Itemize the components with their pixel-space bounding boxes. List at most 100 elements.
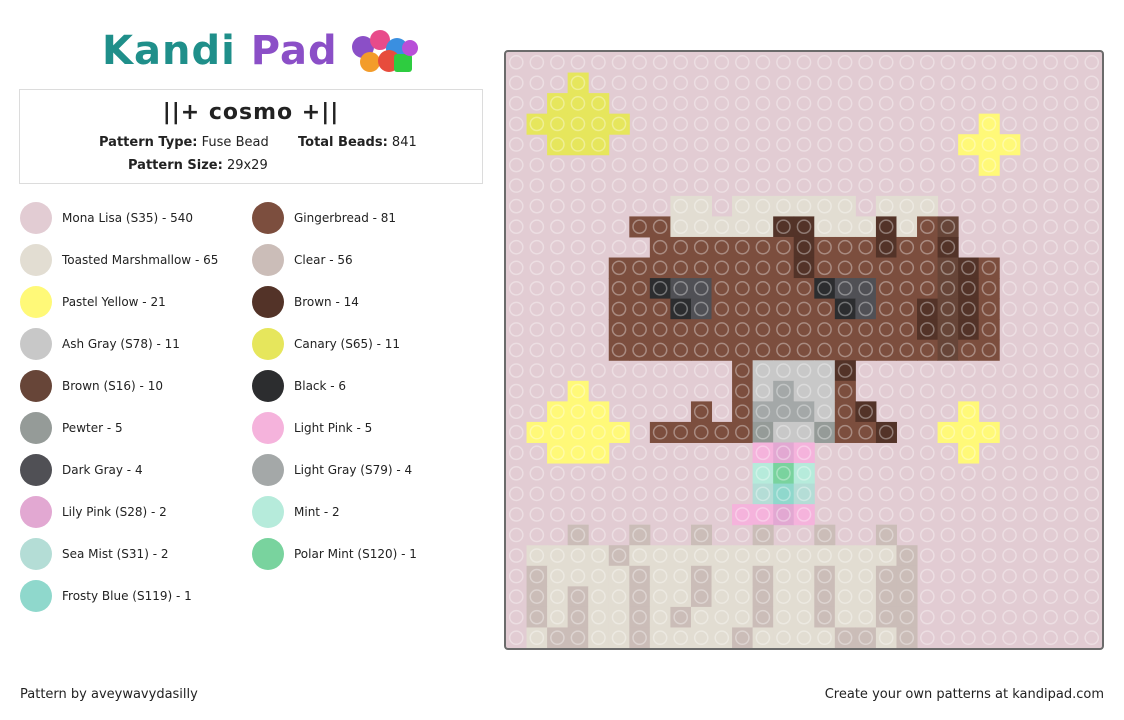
bead-hole — [1063, 219, 1079, 235]
bead-hole — [981, 96, 997, 111]
bead-hole — [919, 609, 935, 625]
bead-hole — [591, 322, 606, 337]
bead-hole — [1084, 322, 1100, 337]
bead-pattern-board[interactable] — [504, 50, 1104, 650]
bead-hole — [858, 137, 873, 152]
bead-hole — [1043, 96, 1058, 111]
bead-hole — [652, 75, 668, 91]
bead-hole — [1063, 301, 1079, 317]
bead-hole — [1022, 198, 1038, 214]
bead-hole — [1022, 568, 1038, 584]
bead-hole — [591, 178, 606, 193]
bead-hole — [611, 404, 627, 419]
bead-hole — [673, 527, 689, 543]
bead-hole — [1043, 157, 1058, 173]
bead-hole — [1002, 281, 1017, 296]
bead-hole — [591, 507, 606, 522]
bead-hole — [1084, 342, 1100, 358]
bead-hole — [1063, 239, 1079, 255]
bead-hole — [1043, 486, 1058, 502]
bead-hole — [961, 486, 976, 502]
bead-hole — [961, 96, 976, 111]
bead-hole — [611, 137, 627, 152]
bead-hole — [1084, 445, 1100, 461]
legend-item: Canary (S65) - 11 — [252, 328, 400, 360]
bead-hole — [735, 54, 750, 70]
bead-hole — [735, 75, 750, 91]
bead-hole — [919, 75, 935, 91]
bead-hole — [776, 157, 791, 173]
bead-hole — [1043, 404, 1058, 419]
bead-hole — [570, 178, 586, 193]
bead-hole — [940, 363, 956, 378]
bead-hole — [919, 363, 935, 378]
bead-hole — [1084, 507, 1100, 522]
bead-hole — [550, 260, 565, 276]
bead-hole — [570, 322, 586, 337]
legend-item: Sea Mist (S31) - 2 — [20, 538, 168, 570]
bead-hole — [714, 486, 730, 502]
bead-hole — [508, 589, 524, 604]
pattern-type-value: Fuse Bead — [201, 135, 269, 150]
bead-hole — [1063, 383, 1079, 399]
bead-hole — [529, 198, 545, 214]
bead-hole — [1084, 219, 1100, 235]
bead-hole — [961, 198, 976, 214]
bead-hole — [652, 198, 668, 214]
bead-hole — [1022, 424, 1038, 440]
bead-hole — [919, 630, 935, 646]
total-beads: Total Beads: 841 — [298, 135, 417, 150]
bead-hole — [837, 178, 853, 193]
bead-hole — [817, 465, 832, 481]
create-patterns-link[interactable]: Create your own patterns at kandipad.com — [825, 687, 1104, 702]
bead-hole — [1063, 507, 1079, 522]
bead-hole — [591, 301, 606, 317]
bead-hole — [899, 137, 915, 152]
bead-hole — [755, 178, 771, 193]
bead-hole — [940, 54, 956, 70]
legend-item: Dark Gray - 4 — [20, 454, 143, 486]
bead-hole — [837, 75, 853, 91]
bead-hole — [940, 609, 956, 625]
legend-label: Clear - 56 — [294, 253, 353, 267]
bead-hole — [508, 322, 524, 337]
bead-hole — [940, 116, 956, 132]
bead-hole — [611, 465, 627, 481]
bead-hole — [961, 548, 976, 563]
bead-hole — [632, 239, 647, 255]
bead-hole — [632, 465, 647, 481]
bead-hole — [961, 363, 976, 378]
bead-hole — [1022, 116, 1038, 132]
bead-hole — [1084, 116, 1100, 132]
bead-hole — [591, 157, 606, 173]
bead-hole — [673, 507, 689, 522]
bead-hole — [1002, 465, 1017, 481]
bead-hole — [693, 465, 709, 481]
bead-hole — [529, 507, 545, 522]
bead-hole — [508, 198, 524, 214]
bead-hole — [570, 239, 586, 255]
bead-hole — [919, 178, 935, 193]
bead-hole — [919, 568, 935, 584]
legend-label: Brown - 14 — [294, 295, 359, 309]
legend-label: Lily Pink (S28) - 2 — [62, 505, 167, 519]
bead-hole — [1043, 507, 1058, 522]
legend-item: Light Gray (S79) - 4 — [252, 454, 412, 486]
bead-hole — [1043, 383, 1058, 399]
bead-hole — [1002, 178, 1017, 193]
bead-hole — [570, 260, 586, 276]
bead-hole — [1002, 630, 1017, 646]
bead-hole — [837, 96, 853, 111]
kandipad-logo[interactable]: Kandi Pad — [102, 26, 426, 76]
legend-item: Ash Gray (S78) - 11 — [20, 328, 180, 360]
bead-hole — [652, 363, 668, 378]
bead-hole — [693, 96, 709, 111]
bead-hole — [837, 54, 853, 70]
bead-hole — [673, 116, 689, 132]
legend-item: Polar Mint (S120) - 1 — [252, 538, 417, 570]
legend-label: Polar Mint (S120) - 1 — [294, 547, 417, 561]
bead-hole — [1022, 383, 1038, 399]
bead-hole — [550, 157, 565, 173]
bead-hole — [837, 507, 853, 522]
bead-hole — [611, 239, 627, 255]
